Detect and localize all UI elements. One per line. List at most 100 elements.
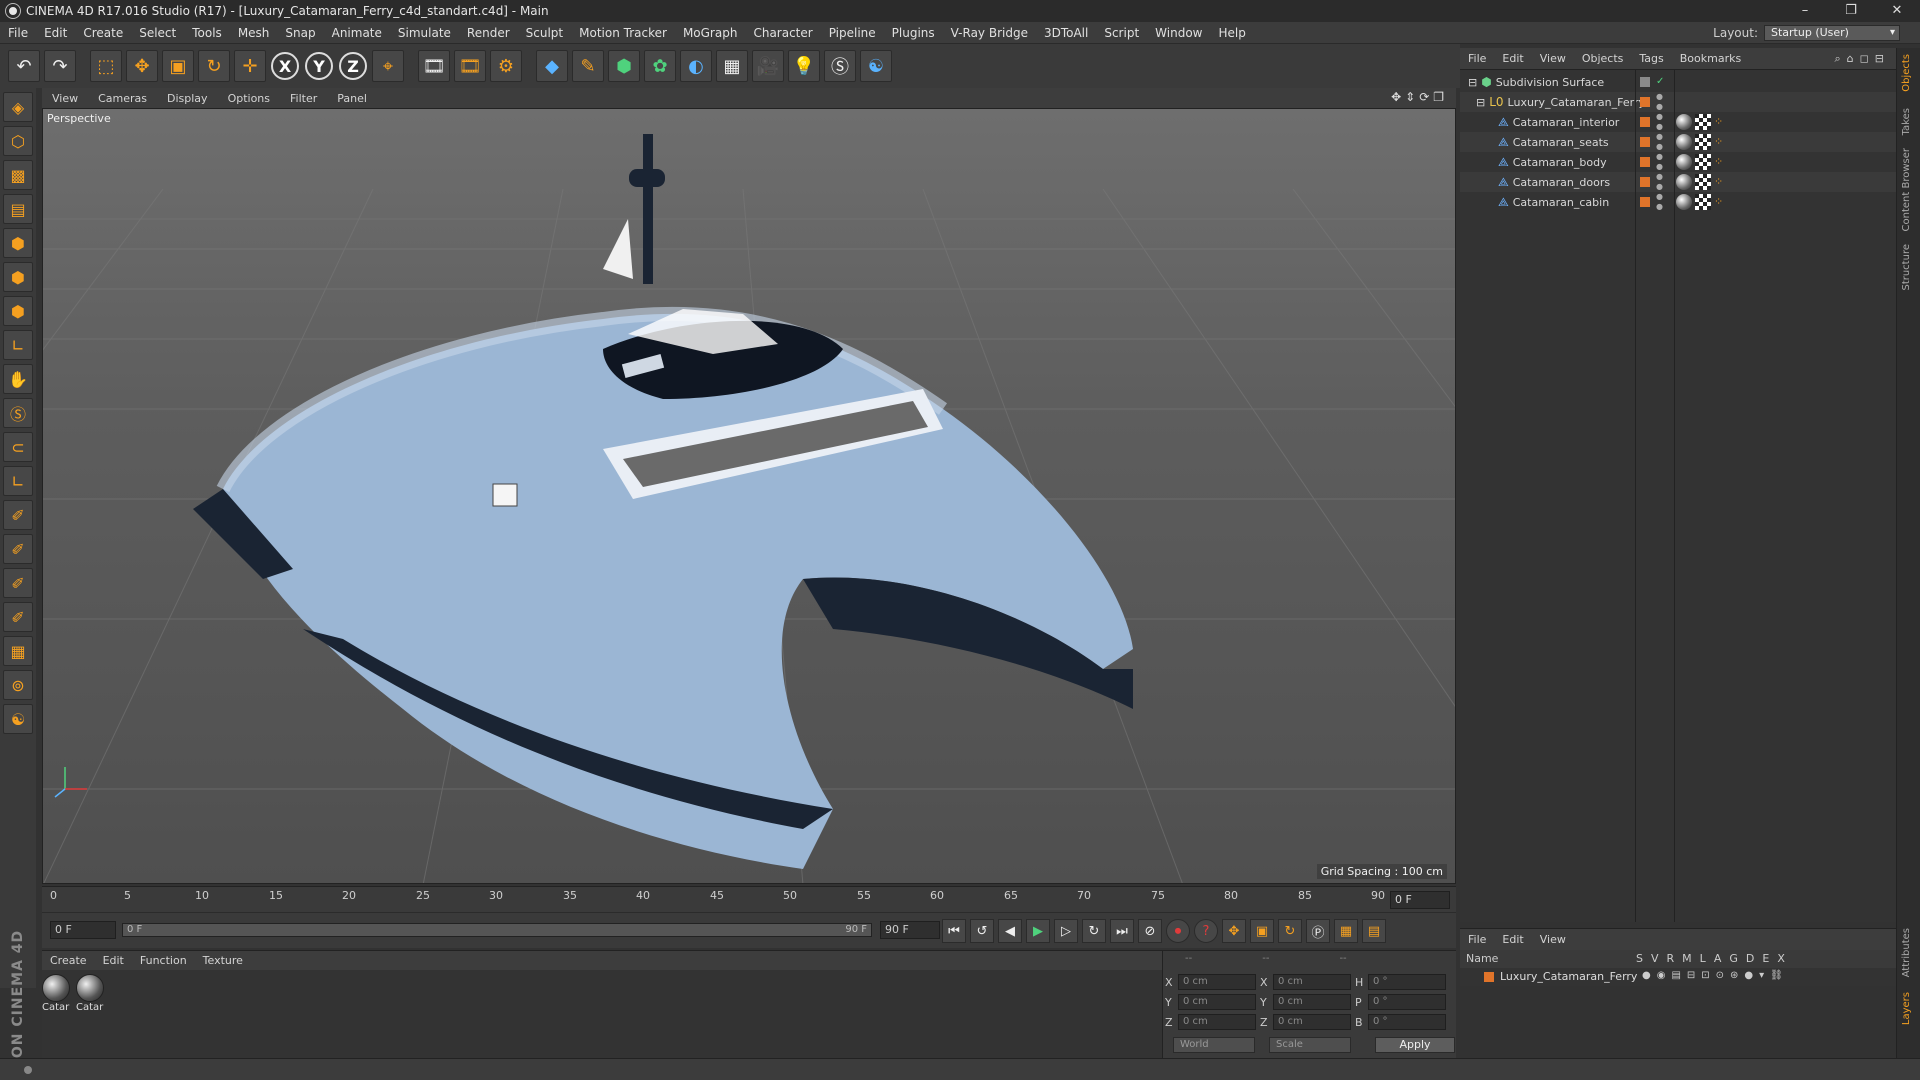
last-tool-icon[interactable]: ✛	[234, 50, 266, 82]
objects-menu-objects[interactable]: Objects	[1574, 52, 1632, 65]
viewport-menu-panel[interactable]: Panel	[327, 92, 377, 105]
scale-tool-icon[interactable]: ▣	[162, 50, 194, 82]
axis-mode-icon[interactable]: ∟	[3, 330, 33, 360]
layer-col-view[interactable]: V	[1651, 952, 1659, 965]
material-menu-edit[interactable]: Edit	[95, 954, 132, 967]
texture-tag-icon[interactable]	[1695, 134, 1711, 150]
material-menu-function[interactable]: Function	[132, 954, 195, 967]
subdivision-generator-icon[interactable]: ⬢	[608, 50, 640, 82]
end-frame-field[interactable]: 90 F	[880, 921, 940, 939]
frame-range-slider[interactable]: 0 F 90 F	[122, 923, 872, 937]
object-row[interactable]: ⟁ Catamaran_seats ● ● ⁘	[1460, 132, 1896, 152]
layer-swatch[interactable]	[1640, 97, 1650, 107]
menu-mograph[interactable]: MoGraph	[675, 26, 746, 40]
viewport-menu-options[interactable]: Options	[218, 92, 280, 105]
layer-col-solo[interactable]: S	[1636, 952, 1643, 965]
close-button[interactable]: ✕	[1874, 0, 1920, 22]
material-tag-icon[interactable]	[1676, 194, 1692, 210]
layer-col-generators[interactable]: G	[1729, 952, 1738, 965]
layer-toggle-icons[interactable]: ●◉▤⊟⊡⊙⊛●▾⛓	[1642, 970, 1789, 981]
layer-row[interactable]: Luxury_Catamaran_Ferry ●◉▤⊟⊡⊙⊛●▾⛓	[1460, 968, 1896, 986]
material-tag-icon[interactable]	[1676, 174, 1692, 190]
viewport-menu-display[interactable]: Display	[157, 92, 218, 105]
undo-icon[interactable]: ↶	[8, 50, 40, 82]
viewport-menu-view[interactable]: View	[42, 92, 88, 105]
y-axis-lock-button[interactable]: Y	[305, 52, 333, 80]
menu-motion-tracker[interactable]: Motion Tracker	[571, 26, 675, 40]
menu-3dtoall[interactable]: 3DToAll	[1036, 26, 1096, 40]
objects-menu-view[interactable]: View	[1532, 52, 1574, 65]
minimize-button[interactable]: –	[1782, 0, 1828, 22]
coordinate-space-dropdown[interactable]: World	[1173, 1037, 1255, 1053]
objects-menu-bookmarks[interactable]: Bookmarks	[1672, 52, 1749, 65]
key-rotation-icon[interactable]: ↻	[1278, 919, 1302, 943]
layer-col-manager[interactable]: M	[1682, 952, 1692, 965]
rotation-h-field[interactable]: 0 °	[1368, 974, 1446, 990]
layer-col-deformers[interactable]: D	[1746, 952, 1754, 965]
material-tag-icon[interactable]	[1676, 114, 1692, 130]
position-x-field[interactable]: 0 cm	[1178, 974, 1256, 990]
smooth-brush-icon[interactable]: ✐	[3, 568, 33, 598]
object-row[interactable]: ⟁ Catamaran_cabin ● ● ⁘	[1460, 192, 1896, 212]
visibility-dots-icon[interactable]: ● ●	[1656, 92, 1663, 112]
go-to-end-icon[interactable]: ⏭	[1110, 919, 1134, 943]
record-active-icon[interactable]: ⊘	[1138, 919, 1162, 943]
menu-character[interactable]: Character	[745, 26, 820, 40]
x-axis-lock-button[interactable]: X	[271, 52, 299, 80]
menu-pipeline[interactable]: Pipeline	[821, 26, 884, 40]
material-menu-create[interactable]: Create	[42, 954, 95, 967]
magnet-icon[interactable]: ⊂	[3, 432, 33, 462]
key-parameter-icon[interactable]: Ⓟ	[1306, 919, 1330, 943]
layer-col-xref[interactable]: X	[1777, 952, 1785, 965]
menu-snap[interactable]: Snap	[277, 26, 323, 40]
objects-menu-file[interactable]: File	[1460, 52, 1494, 65]
rotation-p-field[interactable]: 0 °	[1368, 994, 1446, 1010]
layer-swatch[interactable]	[1640, 77, 1650, 87]
menu-plugins[interactable]: Plugins	[884, 26, 943, 40]
redo-icon[interactable]: ↷	[44, 50, 76, 82]
previous-key-icon[interactable]: ↺	[970, 919, 994, 943]
model-mode-icon[interactable]: ⬡	[3, 126, 33, 156]
size-z-field[interactable]: 0 cm	[1273, 1014, 1351, 1030]
timeline-ruler[interactable]: 0 5 10 15 20 25 30 35 40 45 50 55 60 65 …	[42, 886, 1456, 912]
menu-window[interactable]: Window	[1147, 26, 1210, 40]
z-axis-lock-button[interactable]: Z	[339, 52, 367, 80]
play-icon[interactable]: ▶	[1026, 919, 1050, 943]
layer-col-animation[interactable]: A	[1714, 952, 1722, 965]
menu-sculpt[interactable]: Sculpt	[518, 26, 571, 40]
light-icon[interactable]: 💡	[788, 50, 820, 82]
object-manager-tool-icons[interactable]: ⌕⌂◻⊟	[1835, 52, 1891, 66]
phong-tag-icon[interactable]: ⁘	[1714, 154, 1730, 170]
rotation-b-field[interactable]: 0 °	[1368, 1014, 1446, 1030]
previous-frame-icon[interactable]: ◀	[998, 919, 1022, 943]
texture-mode-icon[interactable]: ▩	[3, 160, 33, 190]
phong-tag-icon[interactable]: ⁘	[1714, 194, 1730, 210]
knife-tool-icon[interactable]: ✐	[3, 534, 33, 564]
menu-create[interactable]: Create	[75, 26, 131, 40]
planar-workplane-icon[interactable]: ∟	[3, 466, 33, 496]
visibility-dots-icon[interactable]: ● ●	[1656, 112, 1663, 132]
object-row[interactable]: ⊟ ⬢ Subdivision Surface ✓	[1460, 72, 1896, 92]
key-scale-icon[interactable]: ▣	[1250, 919, 1274, 943]
material-tag-icon[interactable]	[1676, 134, 1692, 150]
texture-tag-icon[interactable]	[1695, 194, 1711, 210]
layer-col-expressions[interactable]: E	[1762, 952, 1769, 965]
tab-content-browser[interactable]: Content Browser	[1901, 148, 1917, 231]
current-frame-field[interactable]: 0 F	[1390, 891, 1450, 909]
next-key-icon[interactable]: ↻	[1082, 919, 1106, 943]
size-mode-dropdown[interactable]: Scale	[1269, 1037, 1351, 1053]
menu-file[interactable]: File	[0, 26, 36, 40]
layer-col-render[interactable]: R	[1667, 952, 1675, 965]
column-divider[interactable]	[1635, 70, 1636, 922]
column-divider[interactable]	[1674, 70, 1675, 922]
vray-icon[interactable]: Ⓢ	[824, 50, 856, 82]
deformer-icon[interactable]: ◐	[680, 50, 712, 82]
layer-swatch[interactable]	[1640, 117, 1650, 127]
viewport-nav-icons[interactable]: ✥⇕⟳❐	[1391, 90, 1448, 104]
tab-attributes[interactable]: Attributes	[1901, 928, 1917, 977]
tweak-mode-icon[interactable]: ✋	[3, 364, 33, 394]
objects-menu-tags[interactable]: Tags	[1631, 52, 1671, 65]
restore-button[interactable]: ❐	[1828, 0, 1874, 22]
phong-tag-icon[interactable]: ⁘	[1714, 114, 1730, 130]
tab-structure[interactable]: Structure	[1901, 244, 1917, 291]
